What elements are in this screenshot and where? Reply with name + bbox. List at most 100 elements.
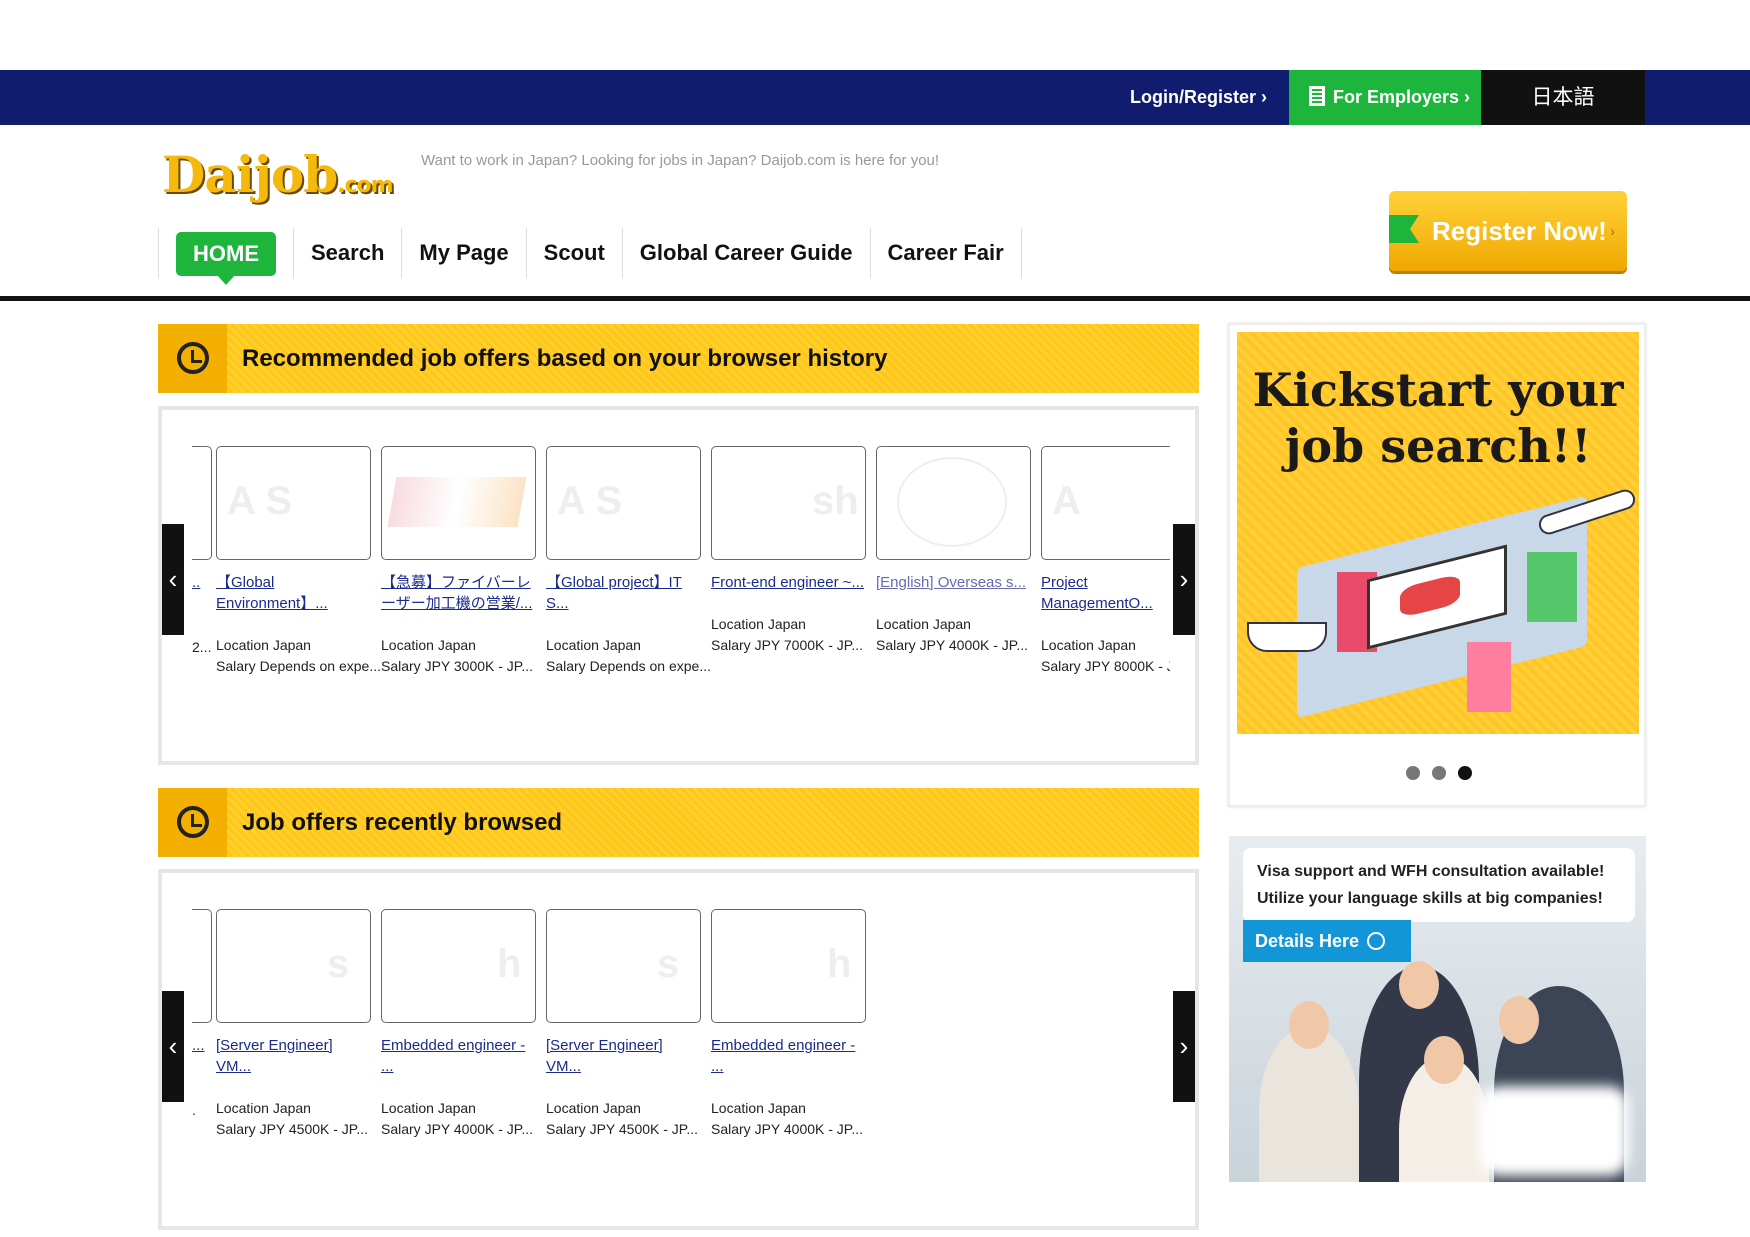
job-card[interactable]: A S 【Global Environment】... Location Jap… bbox=[216, 446, 381, 677]
job-salary: Salary JPY 8000K - JI bbox=[1041, 658, 1170, 674]
job-title-link[interactable]: Front-end engineer ~... bbox=[711, 572, 866, 593]
banner-image: Kickstart your job search!! bbox=[1237, 332, 1639, 734]
job-card[interactable]: s [Server Engineer] VM... Location Japan… bbox=[546, 909, 701, 1140]
company-logo bbox=[192, 909, 212, 1023]
job-salary: Salary JPY 4500K - JP... bbox=[546, 1121, 699, 1137]
logo-ghost-text: h bbox=[497, 942, 522, 986]
job-title-link[interactable]: ... bbox=[192, 1035, 212, 1056]
carousel-prev-button[interactable]: ‹ bbox=[162, 524, 184, 635]
for-employers-button[interactable]: For Employers › bbox=[1289, 70, 1481, 125]
header-divider bbox=[0, 296, 1750, 301]
company-logo bbox=[192, 446, 212, 560]
job-location: Location Japan bbox=[711, 616, 806, 632]
glare bbox=[1479, 1086, 1629, 1176]
carousel-dot[interactable] bbox=[1432, 766, 1446, 780]
recent-title: Job offers recently browsed bbox=[242, 809, 563, 836]
job-salary: Salary Depends on expe... bbox=[546, 658, 711, 674]
nav-search[interactable]: Search bbox=[293, 228, 401, 278]
logo-ghost-text: A S bbox=[557, 479, 623, 523]
nav-home[interactable]: HOME bbox=[158, 228, 293, 286]
language-switch-button[interactable]: 日本語 bbox=[1481, 70, 1645, 125]
kickstart-banner[interactable]: Kickstart your job search!! bbox=[1228, 323, 1646, 807]
job-title-link[interactable]: .. bbox=[192, 572, 212, 593]
logo-ghost-text: sh bbox=[812, 479, 859, 523]
nav-scout[interactable]: Scout bbox=[525, 228, 622, 278]
job-title-link[interactable]: 【Global project】IT S... bbox=[546, 572, 701, 614]
job-title-link[interactable]: 【急募】ファイバーレーザー加工機の営業/... bbox=[381, 572, 536, 614]
job-card-partial[interactable]: ... . bbox=[192, 909, 212, 1121]
history-icon bbox=[177, 342, 209, 374]
building-icon bbox=[1309, 86, 1325, 106]
face-illustration bbox=[1399, 961, 1439, 1009]
job-title-link[interactable]: Project ManagementO... bbox=[1041, 572, 1170, 614]
recent-carousel: ‹ › ... . s [Server Engineer] VM... Loca… bbox=[158, 869, 1199, 1230]
job-title-link[interactable]: Embedded engineer - ... bbox=[711, 1035, 866, 1077]
job-location: Location Japan bbox=[711, 1100, 806, 1116]
job-card[interactable]: A Project ManagementO... Location Japan … bbox=[1041, 446, 1170, 677]
nav-home-label: HOME bbox=[176, 232, 276, 286]
job-card[interactable]: h Embedded engineer - ... Location Japan… bbox=[381, 909, 536, 1140]
carousel-dots bbox=[1230, 766, 1648, 785]
job-title-link[interactable]: [Server Engineer] VM... bbox=[216, 1035, 371, 1077]
register-now-button[interactable]: Register Now! › bbox=[1389, 191, 1627, 271]
site-logo[interactable]: Daijob.com bbox=[162, 145, 394, 204]
top-bar: Login/Register › For Employers › 日本語 bbox=[0, 70, 1750, 125]
nav-my-page[interactable]: My Page bbox=[401, 228, 525, 278]
details-here-label: Details Here bbox=[1255, 931, 1360, 951]
job-salary: . bbox=[192, 1102, 196, 1118]
carousel-next-button[interactable]: › bbox=[1173, 524, 1195, 635]
job-title-link[interactable]: [Server Engineer] VM... bbox=[546, 1035, 701, 1077]
company-logo: A S bbox=[546, 446, 701, 560]
logo-ghost-text: h bbox=[827, 942, 852, 986]
nav-global-career-guide[interactable]: Global Career Guide bbox=[621, 228, 870, 278]
carousel-next-button[interactable]: › bbox=[1173, 991, 1195, 1102]
face-illustration bbox=[1424, 1036, 1464, 1084]
carousel-dot-active[interactable] bbox=[1458, 766, 1472, 780]
job-location: Location Japan bbox=[216, 637, 311, 653]
logo-ghost-text: s bbox=[327, 942, 350, 986]
job-title-link[interactable]: 【Global Environment】... bbox=[216, 572, 371, 614]
company-logo bbox=[876, 446, 1031, 560]
job-card[interactable]: h Embedded engineer - ... Location Japan… bbox=[711, 909, 866, 1140]
job-location: Location Japan bbox=[546, 1100, 641, 1116]
logo-ghost-text: s bbox=[657, 942, 680, 986]
job-location: Location Japan bbox=[546, 637, 641, 653]
job-card[interactable]: sh Front-end engineer ~... Location Japa… bbox=[711, 446, 866, 656]
job-card[interactable]: s [Server Engineer] VM... Location Japan… bbox=[216, 909, 371, 1140]
job-card[interactable]: [English] Overseas s... Location Japan S… bbox=[876, 446, 1031, 656]
banner-message: Visa support and WFH consultation availa… bbox=[1243, 848, 1635, 922]
job-salary: Salary JPY 4500K - JP... bbox=[216, 1121, 369, 1137]
register-now-label: Register Now! bbox=[1432, 216, 1607, 246]
job-title-link[interactable]: Embedded engineer - ... bbox=[381, 1035, 536, 1077]
job-salary: 2... bbox=[192, 639, 212, 655]
arrow-circle-icon bbox=[1367, 932, 1386, 950]
history-icon bbox=[177, 806, 209, 838]
job-location: Location Japan bbox=[381, 637, 476, 653]
company-logo: sh bbox=[711, 446, 866, 560]
job-title-link[interactable]: [English] Overseas s... bbox=[876, 572, 1031, 593]
for-employers-label: For Employers › bbox=[1333, 87, 1471, 107]
job-salary: Salary JPY 4000K - JP... bbox=[876, 637, 1029, 653]
visa-support-banner[interactable]: Visa support and WFH consultation availa… bbox=[1229, 836, 1646, 1182]
details-here-button[interactable]: Details Here bbox=[1243, 920, 1411, 962]
history-icon-box bbox=[158, 324, 227, 393]
nav-career-fair[interactable]: Career Fair bbox=[869, 228, 1022, 278]
job-card[interactable]: A S 【Global project】IT S... Location Jap… bbox=[546, 446, 711, 677]
banner-line-2: Utilize your language skills at big comp… bbox=[1257, 890, 1603, 907]
recommended-title: Recommended job offers based on your bro… bbox=[242, 345, 888, 372]
airplane-illustration bbox=[1536, 487, 1638, 537]
carousel-prev-button[interactable]: ‹ bbox=[162, 991, 184, 1102]
job-salary: Salary JPY 4000K - JP... bbox=[711, 1121, 864, 1137]
job-location: Location Japan bbox=[381, 1100, 476, 1116]
recent-cards: ... . s [Server Engineer] VM... Location… bbox=[192, 909, 1170, 1209]
job-card-partial[interactable]: .. 2... bbox=[192, 446, 212, 658]
company-logo bbox=[381, 446, 536, 560]
ship-illustration bbox=[1247, 622, 1327, 652]
company-logo: h bbox=[381, 909, 536, 1023]
login-register-link[interactable]: Login/Register › bbox=[1130, 70, 1267, 125]
banner-line-1: Visa support and WFH consultation availa… bbox=[1257, 863, 1605, 880]
company-logo: s bbox=[216, 909, 371, 1023]
carousel-dot[interactable] bbox=[1406, 766, 1420, 780]
job-salary: Salary JPY 7000K - JP... bbox=[711, 637, 864, 653]
job-card[interactable]: 【急募】ファイバーレーザー加工機の営業/... Location Japan S… bbox=[381, 446, 536, 677]
